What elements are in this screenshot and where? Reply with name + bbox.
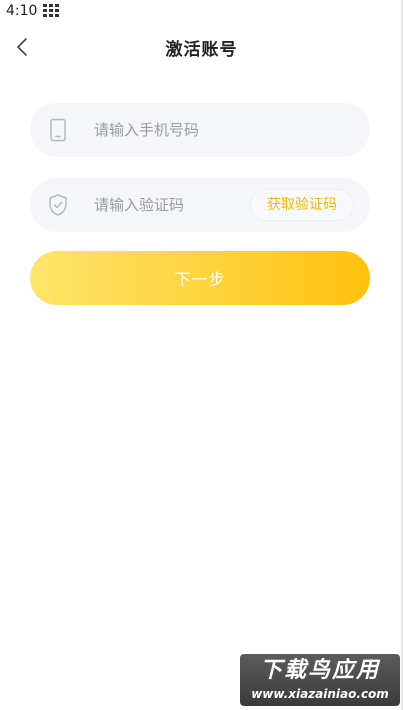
chevron-left-icon[interactable]: [12, 36, 32, 58]
page-title: 激活账号: [165, 39, 238, 60]
status-bar: 4:10: [0, 0, 403, 22]
phone-field: [30, 103, 370, 157]
code-field: 获取验证码: [30, 178, 370, 232]
phone-input[interactable]: [94, 103, 344, 157]
code-input[interactable]: [94, 178, 244, 232]
shield-check-icon: [46, 193, 70, 217]
next-button[interactable]: 下一步: [30, 251, 370, 305]
watermark-main: 下载鸟应用: [259, 658, 380, 683]
get-code-button[interactable]: 获取验证码: [250, 189, 354, 221]
status-time: 4:10: [6, 3, 38, 19]
watermark-url: www.xiazainiao.com: [251, 687, 389, 701]
header: 激活账号: [0, 28, 403, 66]
phone-icon: [46, 118, 70, 142]
watermark: 下载鸟应用 www.xiazainiao.com: [240, 654, 400, 706]
grid-icon: [43, 4, 60, 18]
